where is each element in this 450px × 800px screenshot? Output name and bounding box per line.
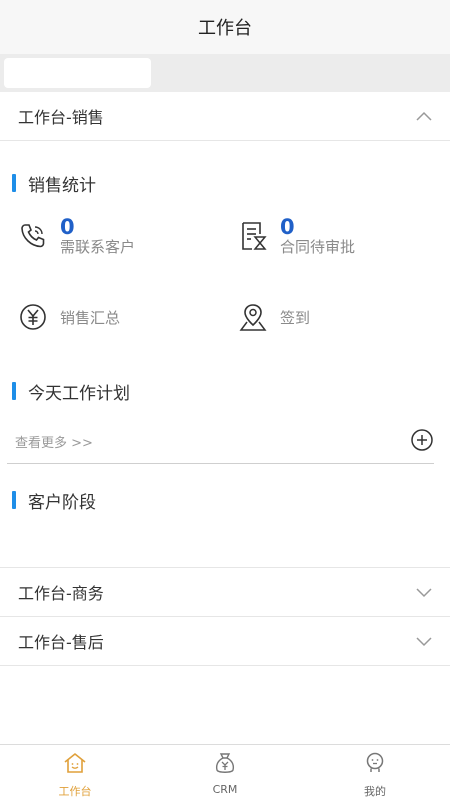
sales-stats-title: 销售统计 [0,171,96,196]
stat-sales-summary[interactable]: 销售汇总 [16,300,120,334]
location-pin-icon [236,300,270,334]
bottom-tab-bar: 工作台 CRM 我的 [0,744,450,800]
checkin-label: 签到 [280,308,311,327]
app-header: 工作台 [0,0,450,54]
chevron-up-icon[interactable] [414,106,434,126]
tab-workbench[interactable]: 工作台 [0,745,150,800]
profile-icon [362,751,388,779]
plan-more-row: 查看更多 >> [7,420,434,464]
plan-title-text: 今天工作计划 [28,383,130,404]
yuan-icon [16,300,50,334]
title-accent-bar [12,491,16,509]
tab-crm-label: CRM [212,783,238,796]
stage-title-text: 客户阶段 [28,492,96,513]
chevron-down-icon[interactable] [414,631,434,651]
add-plan-icon[interactable] [410,428,434,456]
stat-contact-customers[interactable]: 0 需联系客户 [16,216,135,256]
section-business-header[interactable]: 工作台-商务 [0,568,450,617]
section-sales-header[interactable]: 工作台-销售 [0,92,450,141]
view-more-link[interactable]: 查看更多 >> [15,432,93,451]
tab-strip [0,54,450,92]
title-accent-bar [12,174,16,192]
collapsed-sections: 工作台-商务 工作台-售后 [0,567,450,666]
plan-title: 今天工作计划 [0,379,130,404]
summary-label: 销售汇总 [60,308,121,327]
stat-contract-approval[interactable]: 0 合同待审批 [236,216,355,256]
section-aftersale-label: 工作台-售后 [18,633,104,652]
tab-mine-label: 我的 [364,785,386,798]
tab-mine[interactable]: 我的 [300,745,450,800]
contract-label: 合同待审批 [280,238,356,256]
home-icon [62,751,88,779]
tab-pill[interactable] [4,58,151,88]
stage-title: 客户阶段 [0,488,96,513]
tab-workbench-label: 工作台 [58,785,92,798]
chevron-down-icon[interactable] [414,582,434,602]
money-bag-icon [212,751,238,779]
contact-count: 0 [60,215,75,239]
page-title: 工作台 [198,18,252,39]
title-accent-bar [12,382,16,400]
section-aftersale-header[interactable]: 工作台-售后 [0,617,450,666]
contact-label: 需联系客户 [60,238,136,256]
section-business-label: 工作台-商务 [18,584,104,603]
stat-checkin[interactable]: 签到 [236,300,310,334]
section-sales-label: 工作台-销售 [18,108,104,127]
contract-count: 0 [280,215,295,239]
phone-icon [16,219,50,253]
tab-crm[interactable]: CRM [150,745,300,800]
sales-stats-title-text: 销售统计 [28,175,96,196]
contract-hourglass-icon [236,219,270,253]
